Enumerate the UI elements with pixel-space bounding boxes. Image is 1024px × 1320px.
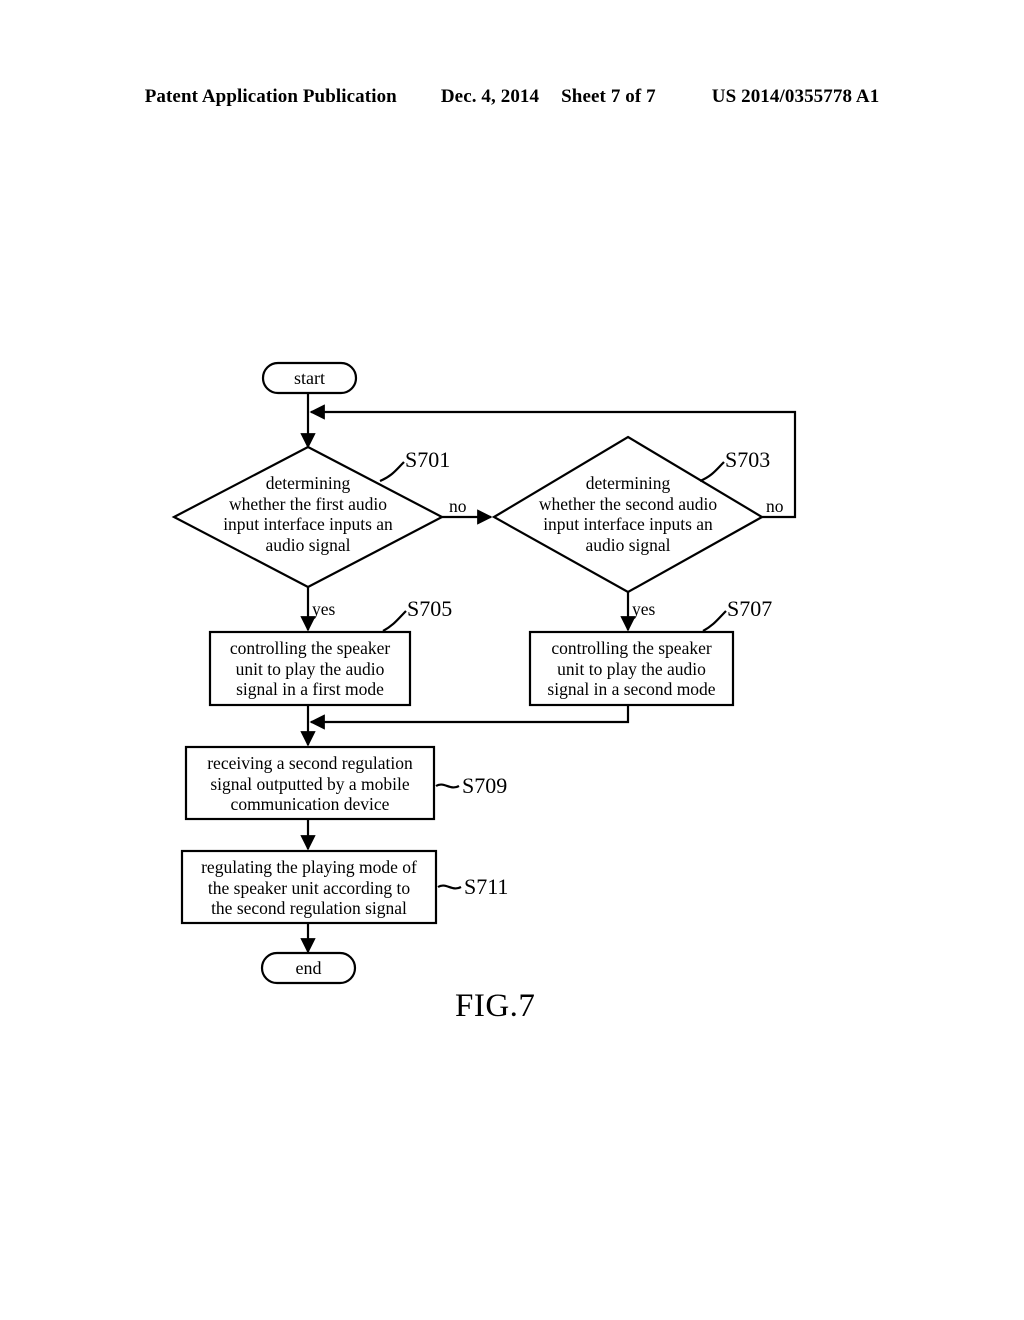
s705-step-label: S705 — [407, 596, 453, 621]
patent-page: Patent Application Publication Dec. 4, 2… — [0, 0, 1024, 1320]
s707-leader-line — [702, 610, 727, 632]
start-terminator-label: start — [294, 368, 325, 388]
s707-process-text: controlling the speaker unit to play the… — [547, 638, 716, 699]
s703-yes-branch-label: yes — [632, 599, 656, 619]
s701-no-branch-label: no — [449, 496, 467, 516]
s701-decision-text: determining whether the first audio inpu… — [223, 473, 393, 555]
s705-leader-line — [382, 610, 407, 632]
s703-no-branch-label: no — [766, 496, 784, 516]
s711-process-text: regulating the playing mode of the speak… — [201, 857, 417, 918]
s701-yes-branch-label: yes — [312, 599, 336, 619]
end-terminator-label: end — [295, 958, 322, 978]
edge-s707-merge — [309, 705, 630, 730]
s703-step-label: S703 — [725, 447, 771, 472]
s711-leader-line — [437, 884, 462, 890]
s709-step-label: S709 — [462, 773, 508, 798]
flowchart-svg — [171, 361, 797, 985]
flowchart-figure: start end determining whether the first … — [0, 0, 1024, 1320]
s707-step-label: S707 — [727, 596, 773, 621]
s709-leader-line — [435, 783, 460, 789]
s701-step-label: S701 — [405, 447, 451, 472]
figure-caption: FIG.7 — [455, 988, 536, 1024]
s703-decision-text: determining whether the second audio inp… — [538, 473, 718, 555]
s705-process-text: controlling the speaker unit to play the… — [229, 638, 391, 699]
s711-step-label: S711 — [464, 874, 509, 899]
s709-process-text: receiving a second regulation signal out… — [207, 753, 413, 814]
